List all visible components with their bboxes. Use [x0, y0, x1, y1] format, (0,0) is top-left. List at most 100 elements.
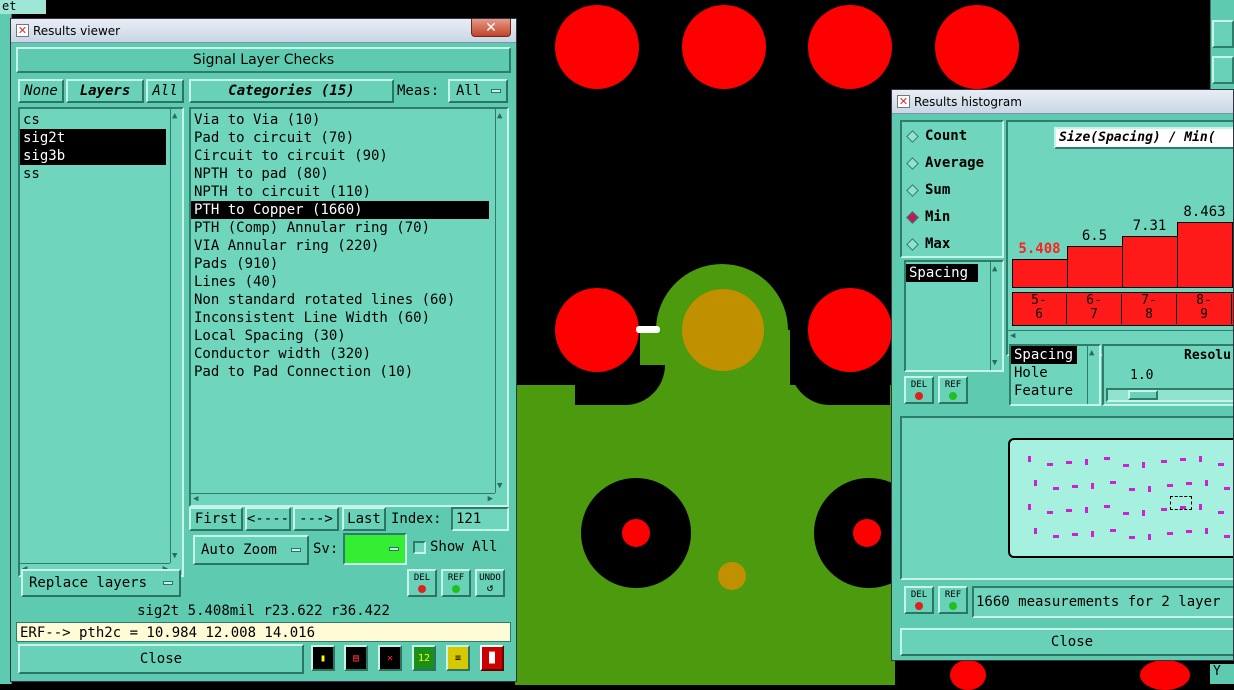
category-item[interactable]: Local Spacing (30): [191, 327, 489, 345]
replace-layers-dropdown[interactable]: Replace layers: [21, 569, 181, 597]
layers-vscroll[interactable]: ▲ ▼: [170, 109, 182, 563]
resolution-slider[interactable]: [1106, 388, 1233, 402]
range-label[interactable]: 8- 9: [1177, 294, 1232, 324]
pad: [808, 288, 892, 372]
feature-mark: [1066, 509, 1072, 512]
stat-option-min[interactable]: Min: [906, 209, 950, 225]
histogram-bar[interactable]: [1122, 236, 1178, 288]
meas-value: All: [456, 83, 482, 99]
attribute-item[interactable]: Hole: [1011, 364, 1077, 382]
category-item[interactable]: Conductor width (320): [191, 345, 489, 363]
layers-none-button[interactable]: None: [18, 79, 64, 103]
counter-icon[interactable]: 12: [412, 645, 436, 671]
layers-all-button[interactable]: All: [146, 79, 184, 103]
auto-zoom-label: Auto Zoom: [201, 542, 277, 558]
meas-dropdown[interactable]: All: [448, 79, 508, 103]
measurement-marker[interactable]: [636, 326, 660, 333]
pad: [682, 5, 766, 89]
categories-vscroll[interactable]: ▲ ▼: [495, 109, 507, 493]
sv-color-dropdown[interactable]: [343, 533, 407, 565]
attribute-vscroll[interactable]: ▲: [1087, 346, 1099, 404]
histogram-bar[interactable]: [1012, 259, 1068, 288]
range-label[interactable]: 5- 6: [1012, 294, 1067, 324]
layer-item[interactable]: cs: [20, 111, 166, 129]
category-item[interactable]: Pad to Pad Connection (10): [191, 363, 489, 381]
del-button[interactable]: DEL: [407, 569, 437, 597]
last-button[interactable]: Last: [342, 507, 386, 531]
category-item[interactable]: Lines (40): [191, 273, 489, 291]
summary-ref-button[interactable]: REF: [938, 586, 968, 614]
report-icon[interactable]: ▤: [344, 645, 368, 671]
category-item[interactable]: NPTH to circuit (110): [191, 183, 489, 201]
feature-mark: [1142, 510, 1145, 516]
histogram-del-button[interactable]: DEL: [904, 376, 934, 404]
categories-header-button[interactable]: Categories (15): [189, 79, 394, 103]
category-item[interactable]: Pad to circuit (70): [191, 129, 489, 147]
stat-option-max[interactable]: Max: [906, 236, 950, 252]
measurement-list[interactable]: Spacing ▲ ▼: [904, 260, 1004, 372]
attribute-item[interactable]: Spacing: [1011, 346, 1077, 364]
summary-del-button[interactable]: DEL: [904, 586, 934, 614]
histogram-ref-button[interactable]: REF: [938, 376, 968, 404]
measurement-vscroll[interactable]: ▲ ▼: [990, 262, 1002, 370]
category-item[interactable]: PTH (Comp) Annular ring (70): [191, 219, 489, 237]
range-label[interactable]: 6- 7: [1067, 294, 1122, 324]
category-item[interactable]: PTH to Copper (1660): [191, 201, 489, 219]
category-item[interactable]: VIA Annular ring (220): [191, 237, 489, 255]
categories-hscroll[interactable]: ◀ ▶: [191, 493, 495, 505]
undo-button[interactable]: UNDO ↺: [475, 569, 505, 597]
show-all-checkbox[interactable]: [413, 541, 426, 554]
attribute-item[interactable]: Feature: [1011, 382, 1077, 400]
preview-map[interactable]: [1008, 438, 1233, 558]
feature-mark: [1161, 460, 1167, 463]
window-title: Results viewer: [33, 23, 121, 38]
slider-handle[interactable]: [1128, 390, 1158, 400]
next-button[interactable]: --->: [293, 507, 339, 531]
histogram-chart: Size(Spacing) / Min( 5.408 6.5 7.31 8.463 5…: [1006, 120, 1233, 356]
stat-option-sum[interactable]: Sum: [906, 182, 950, 198]
results-viewer-titlebar[interactable]: ✕ Results viewer: [11, 19, 516, 43]
feature-mark: [1167, 532, 1173, 535]
categories-list[interactable]: Via to Via (10) Pad to circuit (70) Circui…: [189, 107, 509, 507]
histogram-bar[interactable]: [1177, 221, 1233, 288]
attribute-list[interactable]: Spacing Hole Feature ▲: [1009, 344, 1101, 406]
exclude-icon[interactable]: ✕: [378, 645, 402, 671]
category-item[interactable]: Pads (910): [191, 255, 489, 273]
window-close-button[interactable]: ✕: [471, 19, 511, 37]
highlight-icon[interactable]: ▮: [311, 645, 335, 671]
category-item[interactable]: Inconsistent Line Width (60): [191, 309, 489, 327]
close-button[interactable]: Close: [18, 644, 304, 674]
notes-icon[interactable]: ≡: [446, 645, 470, 671]
histogram-icon[interactable]: ▐▌: [480, 645, 504, 671]
range-label[interactable]: 7- 8: [1122, 294, 1177, 324]
stat-option-average[interactable]: Average: [906, 155, 984, 171]
auto-zoom-dropdown[interactable]: Auto Zoom: [193, 535, 309, 565]
layer-item[interactable]: sig3b: [20, 147, 166, 165]
previous-button[interactable]: <----: [245, 507, 291, 531]
ref-button[interactable]: REF: [441, 569, 471, 597]
feature-mark: [1205, 480, 1208, 486]
stat-option-count[interactable]: Count: [906, 128, 967, 144]
histogram-close-button[interactable]: Close: [900, 628, 1233, 656]
first-button[interactable]: First: [189, 507, 243, 531]
chart-hscroll[interactable]: ◀: [1008, 330, 1233, 342]
background-tool-button[interactable]: [1212, 56, 1234, 84]
index-input[interactable]: 121: [451, 507, 509, 531]
category-item[interactable]: Circuit to circuit (90): [191, 147, 489, 165]
category-item[interactable]: Non standard rotated lines (60): [191, 291, 489, 309]
background-tool-button[interactable]: [1212, 20, 1234, 48]
histogram-bar[interactable]: [1067, 246, 1123, 288]
layer-item[interactable]: sig2t: [20, 129, 166, 147]
feature-mark: [1085, 507, 1088, 513]
category-item[interactable]: Via to Via (10): [191, 111, 489, 129]
feature-mark: [1186, 482, 1192, 485]
feature-mark: [1066, 461, 1072, 464]
measurement-item[interactable]: Spacing: [906, 264, 978, 282]
histogram-titlebar[interactable]: ✕ Results histogram: [892, 90, 1233, 114]
feature-mark: [1091, 531, 1094, 537]
feature-mark: [1224, 535, 1230, 538]
layers-label-button[interactable]: Layers: [66, 79, 144, 103]
layer-item[interactable]: ss: [20, 165, 166, 183]
category-item[interactable]: NPTH to pad (80): [191, 165, 489, 183]
layers-list[interactable]: cssig2tsig3bss ▲▼ ◀▶: [18, 107, 184, 577]
